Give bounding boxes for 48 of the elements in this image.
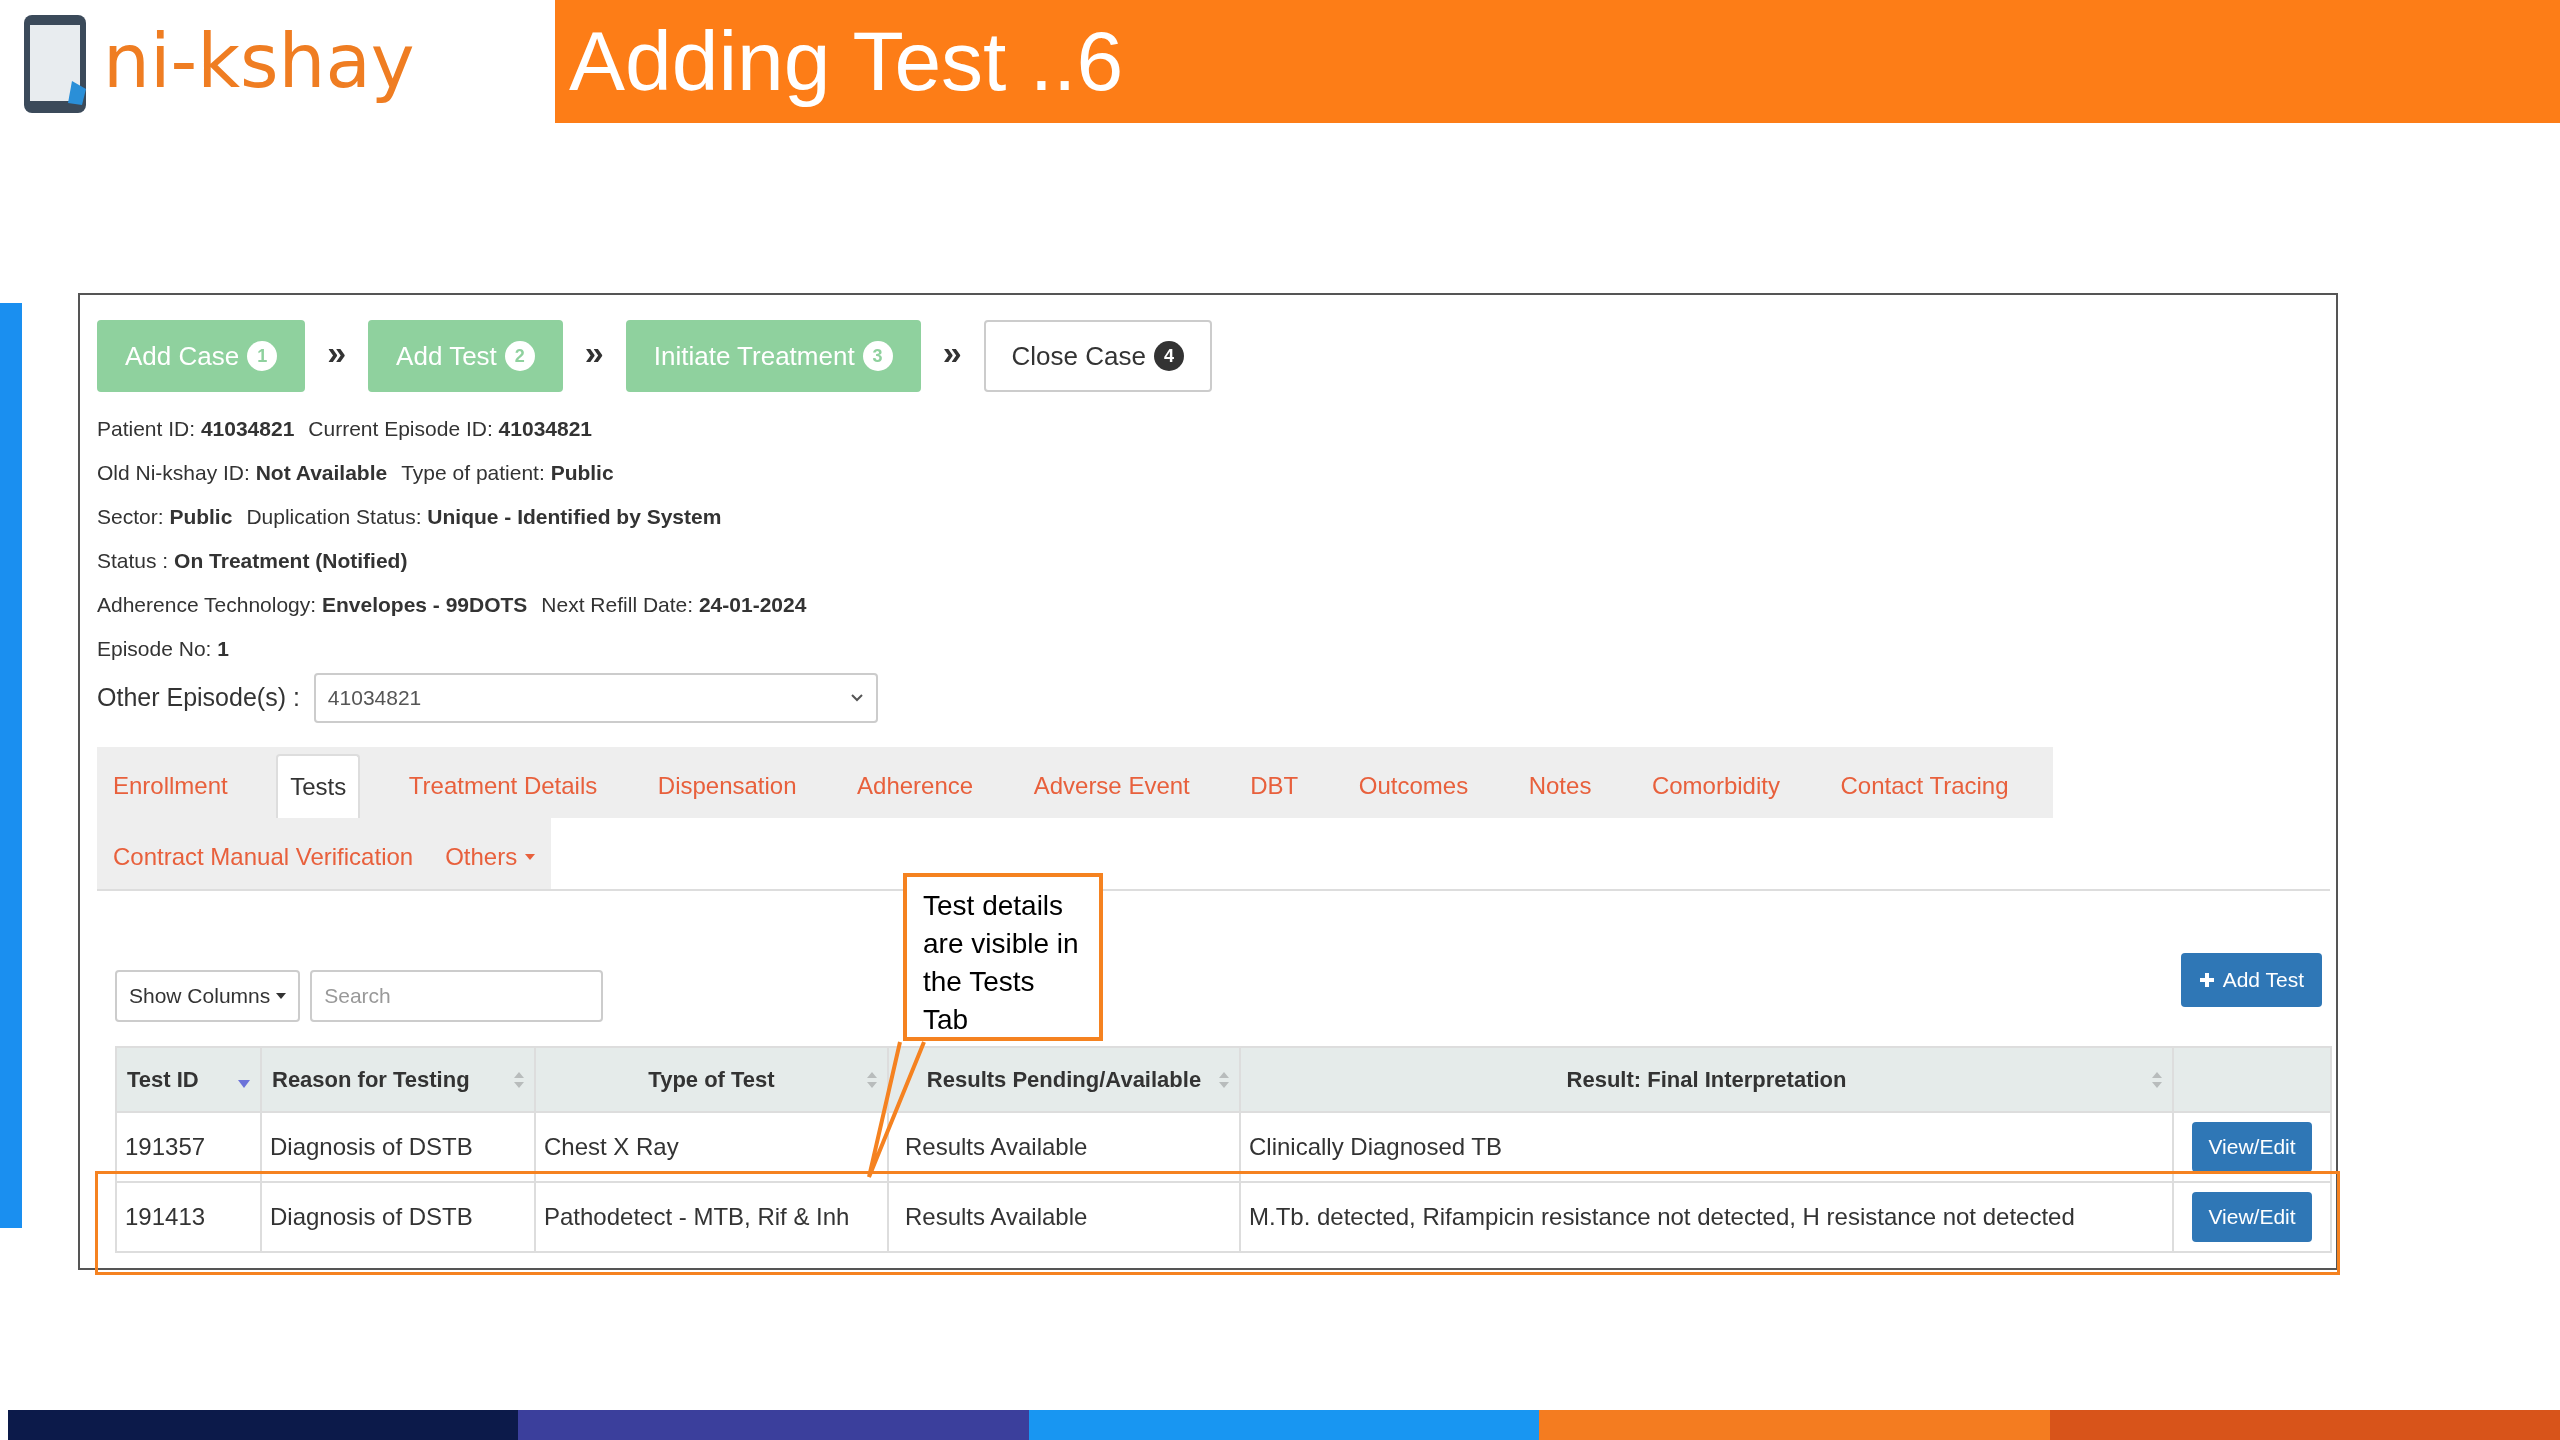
step-number-badge: 4 bbox=[1153, 341, 1184, 371]
table-cell: Pathodetect - MTB, Rif & Inh bbox=[544, 1203, 850, 1230]
field-label: Other Episode(s) : bbox=[97, 682, 300, 714]
step-separator: » bbox=[942, 331, 962, 373]
step-number-badge: 1 bbox=[247, 341, 278, 371]
info-field: Status : On Treatment (Notified) bbox=[97, 549, 408, 573]
show-columns-button[interactable]: Show Columns bbox=[115, 970, 301, 1022]
episode-select[interactable]: 41034821 bbox=[313, 673, 878, 723]
info-field: Type of patient: Public bbox=[401, 461, 614, 485]
info-field: Current Episode ID: 41034821 bbox=[308, 417, 593, 441]
column-header[interactable]: Type of Test bbox=[648, 1063, 775, 1096]
chevron-down-icon bbox=[849, 693, 864, 703]
info-field: Old Ni-kshay ID: Not Available bbox=[97, 461, 388, 485]
add-test-button[interactable]: Add Test bbox=[2180, 953, 2322, 1007]
step-button[interactable]: Initiate Treatment 3 bbox=[625, 320, 921, 392]
step-button[interactable]: Add Case 1 bbox=[97, 320, 306, 392]
view-edit-button[interactable]: View/Edit bbox=[2192, 1122, 2312, 1172]
table-cell: 191413 bbox=[125, 1203, 206, 1230]
table-cell: Results Available bbox=[905, 1203, 1088, 1230]
table-cell: M.Tb. detected, Rifampicin resistance not detected, H resistance not detected bbox=[1249, 1203, 2075, 1230]
table-cell: Diagnosis of DSTB bbox=[270, 1203, 473, 1230]
step-separator: » bbox=[584, 331, 604, 373]
step-separator: » bbox=[327, 331, 347, 373]
step-button[interactable]: Add Test 2 bbox=[368, 320, 563, 392]
tab[interactable]: Tests bbox=[276, 754, 361, 818]
caret-icon bbox=[525, 854, 536, 860]
info-field: Duplication Status: Unique - Identified by System bbox=[246, 505, 722, 529]
info-field: Episode No: 1 bbox=[97, 637, 229, 661]
info-field: Patient ID: 41034821 bbox=[97, 417, 295, 441]
search-field[interactable]: Search bbox=[310, 970, 604, 1022]
step-number-badge: 2 bbox=[504, 341, 535, 371]
logo-text: ni-kshay bbox=[103, 17, 415, 106]
step-number-badge: 3 bbox=[862, 341, 893, 371]
plus-icon bbox=[2198, 972, 2215, 988]
info-field: Next Refill Date: 24-01-2024 bbox=[541, 593, 807, 617]
info-field: Sector: Public bbox=[97, 505, 233, 529]
callout-text: Test details are visible in the Tests Tab bbox=[923, 889, 1080, 1037]
table-cell: Chest X Ray bbox=[544, 1133, 679, 1160]
info-field: Adherence Technology: Envelopes - 99DOTS bbox=[97, 593, 528, 617]
view-edit-button[interactable]: View/Edit bbox=[2192, 1192, 2312, 1242]
column-header[interactable]: Result: Final Interpretation bbox=[1566, 1063, 1847, 1096]
table-cell: Diagnosis of DSTB bbox=[270, 1133, 473, 1160]
slide-title: Adding Test ..6 bbox=[569, 13, 1124, 110]
table-cell: Clinically Diagnosed TB bbox=[1249, 1133, 1502, 1160]
caret-icon bbox=[276, 993, 287, 999]
step-button[interactable]: Close Case 4 bbox=[983, 320, 1212, 392]
table-cell: 191357 bbox=[125, 1133, 206, 1160]
table-cell: Results Available bbox=[905, 1133, 1088, 1160]
